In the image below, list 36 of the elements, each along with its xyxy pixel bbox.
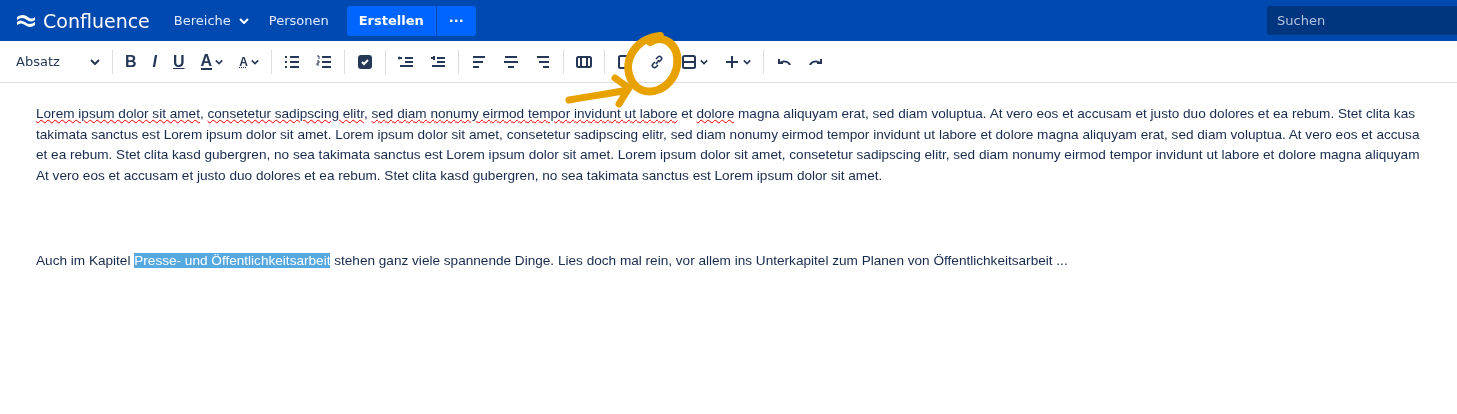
italic-button[interactable]: I bbox=[144, 47, 165, 76]
caret-icon bbox=[90, 58, 100, 65]
bold-button[interactable]: B bbox=[117, 47, 145, 76]
caret-icon bbox=[215, 58, 224, 65]
paragraph-line: takimata sanctus est Lorem ipsum dolor sit amet. Lorem ipsum dolor sit amet, consetetur sadipscing elitr, sed diam nonumy eirmod tempor invidunt ut labore et dolore magna aliquyam erat, sed diam voluptua. At vero eos et accusa bbox=[36, 125, 1420, 144]
confluence-logo[interactable]: Confluence bbox=[16, 9, 150, 32]
underline-button[interactable]: U bbox=[165, 47, 193, 76]
paragraph-style-dropdown[interactable]: Absatz bbox=[8, 54, 108, 69]
more-button[interactable]: ··· bbox=[436, 5, 476, 36]
link-icon bbox=[648, 53, 665, 70]
text-color-button[interactable]: A bbox=[192, 47, 232, 76]
caret-icon bbox=[699, 58, 708, 65]
align-left-icon bbox=[470, 53, 487, 70]
paragraph-line: At vero eos et accusam et justo duo dolores et ea rebum. Stet clita kasd gubergren, no sea takimata sanctus est Lorem ipsum dolor sit amet. bbox=[36, 166, 883, 185]
indent-icon bbox=[429, 53, 446, 70]
search-field[interactable]: Suchen bbox=[1267, 6, 1457, 35]
caret-icon bbox=[250, 58, 259, 65]
paragraph-line: et ea rebum. Stet clita kasd gubergren, no sea takimata sanctus est Lorem ipsum dolor sit amet. Lorem ipsum dolor sit amet, consetetur sadipscing elitr, sed diam nonumy eirmod tempor invidunt ut labore et dolore magna aliquyam bbox=[36, 146, 1420, 164]
plus-icon bbox=[723, 53, 740, 70]
create-button[interactable]: Erstellen bbox=[346, 5, 436, 36]
paragraph-line: Lorem ipsum dolor sit amet, consetetur sadipscing elitr, sed diam nonumy eirmod tempor invidunt ut labore et dolore magna aliquyam erat, sed diam voluptua. At vero eos et accusam et justo duo dolores et ea rebum. Stet clita kas bbox=[36, 105, 1416, 123]
image-icon bbox=[680, 53, 697, 70]
logo-text: Confluence bbox=[43, 9, 150, 32]
nav-link[interactable]: Personen bbox=[258, 7, 339, 34]
align-right-icon bbox=[534, 53, 551, 70]
logo-icon bbox=[16, 12, 36, 29]
numbered-list-icon bbox=[315, 53, 332, 70]
columns-icon bbox=[575, 53, 592, 70]
text-style-button[interactable]: A bbox=[231, 47, 267, 76]
align-center-icon bbox=[502, 53, 519, 70]
checkbox-icon bbox=[356, 53, 373, 70]
bullet-list-icon bbox=[283, 53, 300, 70]
nav-link[interactable]: Bereiche bbox=[163, 7, 259, 34]
outdent-icon bbox=[397, 53, 414, 70]
caret-icon bbox=[742, 58, 751, 65]
paragraph-text: Auch im Kapitel Presse- und Öffentlichkeitsarbeit stehen ganz viele spannende Dinge. Lies doch mal rein, vor allem ins Unterkapitel zum Planen von Öffentlichkeitsarbeit ... bbox=[36, 252, 1068, 270]
